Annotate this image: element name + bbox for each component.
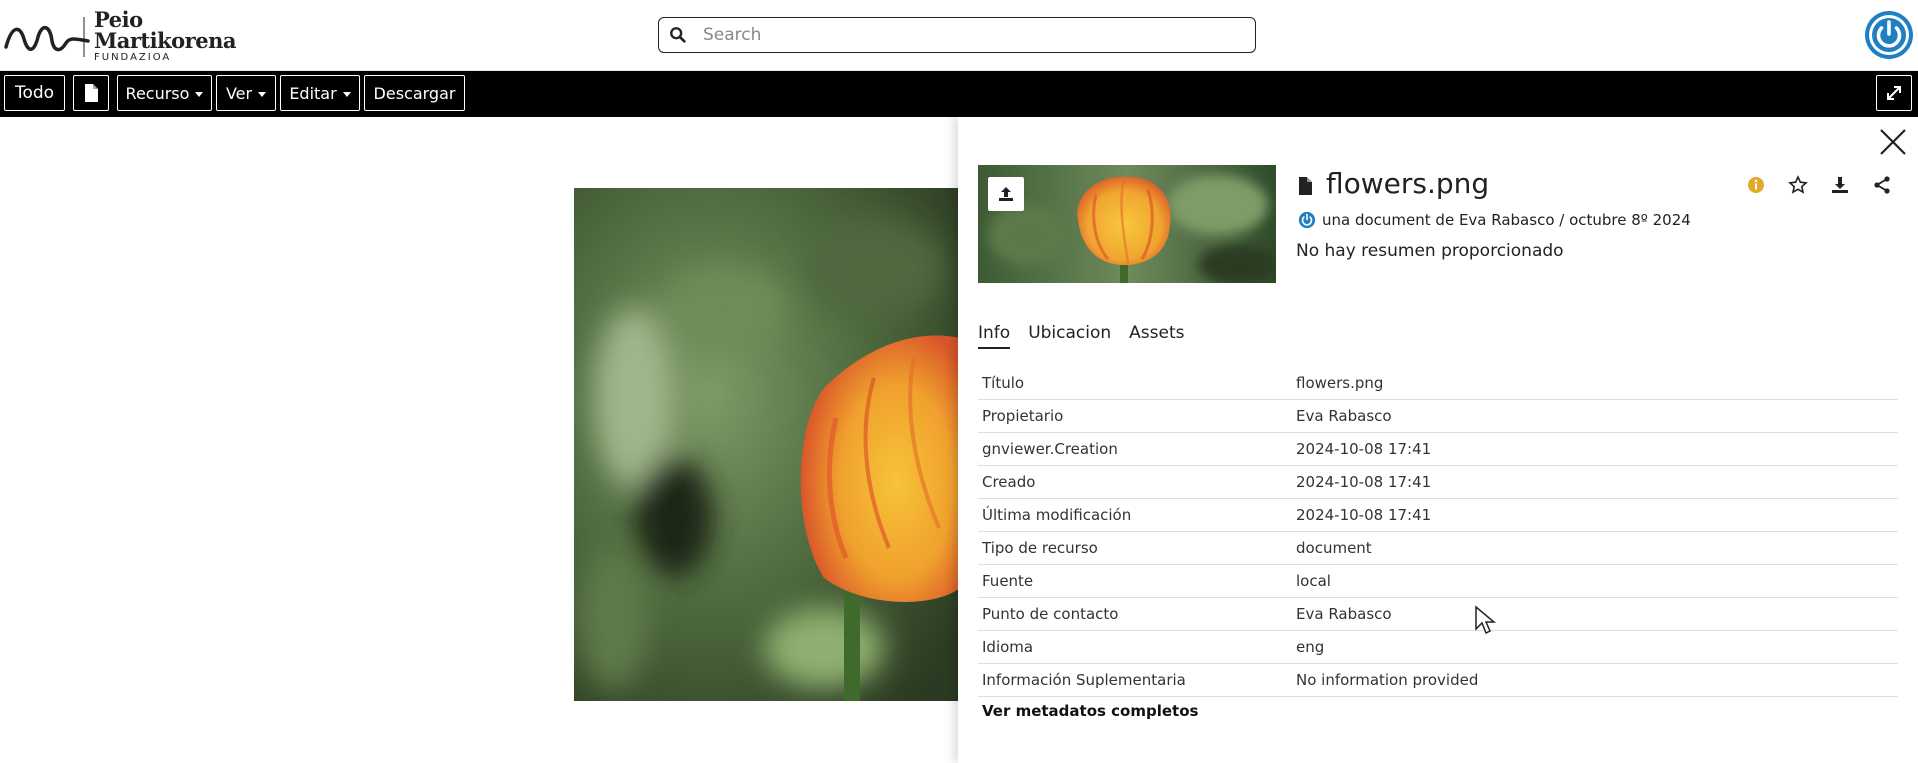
- info-key: Información Suplementaria: [978, 663, 1292, 697]
- info-row: Última modificación 2024-10-08 17:41: [978, 498, 1898, 532]
- info-key: Propietario: [978, 399, 1292, 433]
- info-row: gnviewer.Creation 2024-10-08 17:41: [978, 432, 1898, 466]
- mouse-cursor-icon: [1475, 605, 1496, 635]
- resource-dropdown[interactable]: Recurso: [117, 75, 212, 111]
- resource-title: flowers.png: [1326, 167, 1490, 200]
- info-value: No information provided: [1292, 663, 1898, 697]
- resource-thumbnail: [978, 165, 1276, 283]
- info-row: Creado 2024-10-08 17:41: [978, 465, 1898, 499]
- info-value: eng: [1292, 630, 1898, 664]
- view-dropdown[interactable]: Ver: [216, 75, 276, 111]
- upload-icon: [999, 187, 1013, 201]
- info-value: 2024-10-08 17:41: [1292, 498, 1898, 532]
- download-button-label: Descargar: [373, 83, 456, 103]
- info-value: local: [1292, 564, 1898, 598]
- share-icon[interactable]: [1872, 175, 1892, 195]
- info-value: flowers.png: [1292, 367, 1898, 400]
- info-row: Propietario Eva Rabasco: [978, 399, 1898, 433]
- info-key: Idioma: [978, 630, 1292, 664]
- star-icon[interactable]: [1788, 175, 1808, 195]
- logo[interactable]: Peio Martikorena FUNDAZIOA: [4, 7, 236, 63]
- info-row: Punto de contacto Eva Rabasco: [978, 597, 1898, 631]
- caret-down-icon: [195, 91, 204, 97]
- info-key: Creado: [978, 465, 1292, 499]
- resource-dropdown-label: Recurso: [125, 83, 190, 103]
- download-icon[interactable]: [1830, 175, 1850, 195]
- document-preview-image: [574, 188, 960, 701]
- detail-tabs: Info Ubicacion Assets: [978, 323, 1184, 349]
- toolbar: Todo Recurso Ver Editar Descargar: [0, 71, 1918, 117]
- info-value: 2024-10-08 17:41: [1292, 465, 1898, 499]
- document-icon: [1299, 177, 1312, 195]
- info-row: Fuente local: [978, 564, 1898, 598]
- full-metadata-link[interactable]: Ver metadatos completos: [982, 702, 1198, 720]
- caret-down-icon: [342, 91, 351, 97]
- info-value: 2024-10-08 17:41: [1292, 432, 1898, 466]
- search-box[interactable]: [658, 17, 1256, 53]
- resource-summary: No hay resumen proporcionado: [1296, 241, 1564, 261]
- tab-info[interactable]: Info: [978, 323, 1011, 349]
- search-icon: [670, 27, 686, 43]
- resource-byline: una document de Eva Rabasco / octubre 8º…: [1298, 211, 1691, 229]
- tab-assets[interactable]: Assets: [1129, 323, 1184, 349]
- expand-icon: [1887, 86, 1901, 100]
- logo-line3: FUNDAZIOA: [94, 52, 172, 63]
- edit-dropdown-label: Editar: [289, 83, 337, 103]
- tab-ubicacion[interactable]: Ubicacion: [1028, 323, 1111, 349]
- upload-thumbnail-button[interactable]: [988, 177, 1024, 211]
- resource-detail-panel: flowers.png una document de Eva Rabasco …: [958, 117, 1918, 763]
- resource-actions: [1746, 175, 1892, 195]
- edit-dropdown[interactable]: Editar: [280, 75, 360, 111]
- info-key: Punto de contacto: [978, 597, 1292, 631]
- logo-line1: Peio: [94, 7, 143, 32]
- document-button[interactable]: [73, 75, 109, 111]
- view-dropdown-label: Ver: [225, 83, 253, 103]
- all-button[interactable]: Todo: [4, 75, 65, 111]
- info-value: document: [1292, 531, 1898, 565]
- info-row: Tipo de recurso document: [978, 531, 1898, 565]
- info-key: Fuente: [978, 564, 1292, 598]
- info-row: Información Suplementaria No information …: [978, 663, 1898, 697]
- info-key: Tipo de recurso: [978, 531, 1292, 565]
- all-button-label: Todo: [14, 83, 55, 103]
- header: Peio Martikorena FUNDAZIOA: [0, 0, 1918, 71]
- caret-down-icon: [258, 91, 267, 97]
- download-button[interactable]: Descargar: [364, 75, 465, 111]
- info-value: Eva Rabasco: [1292, 399, 1898, 433]
- logo-line2: Martikorena: [94, 28, 236, 53]
- document-icon: [85, 84, 98, 102]
- close-icon[interactable]: [1878, 127, 1908, 157]
- info-row: Título flowers.png: [978, 367, 1898, 400]
- search-input[interactable]: [701, 24, 1225, 46]
- info-key: Título: [978, 367, 1292, 400]
- info-value: Eva Rabasco: [1292, 597, 1898, 631]
- info-key: gnviewer.Creation: [978, 432, 1292, 466]
- resource-byline-text: una document de Eva Rabasco / octubre 8º…: [1322, 211, 1691, 229]
- info-table: Título flowers.png Propietario Eva Rabasco g…: [978, 367, 1898, 697]
- logo-mark: [4, 17, 90, 57]
- power-icon: [1298, 211, 1316, 229]
- info-key: Última modificación: [978, 498, 1292, 532]
- fullscreen-button[interactable]: [1876, 75, 1912, 111]
- user-avatar-power-icon[interactable]: [1864, 10, 1914, 60]
- info-row: Idioma eng: [978, 630, 1898, 664]
- info-icon[interactable]: [1746, 175, 1766, 195]
